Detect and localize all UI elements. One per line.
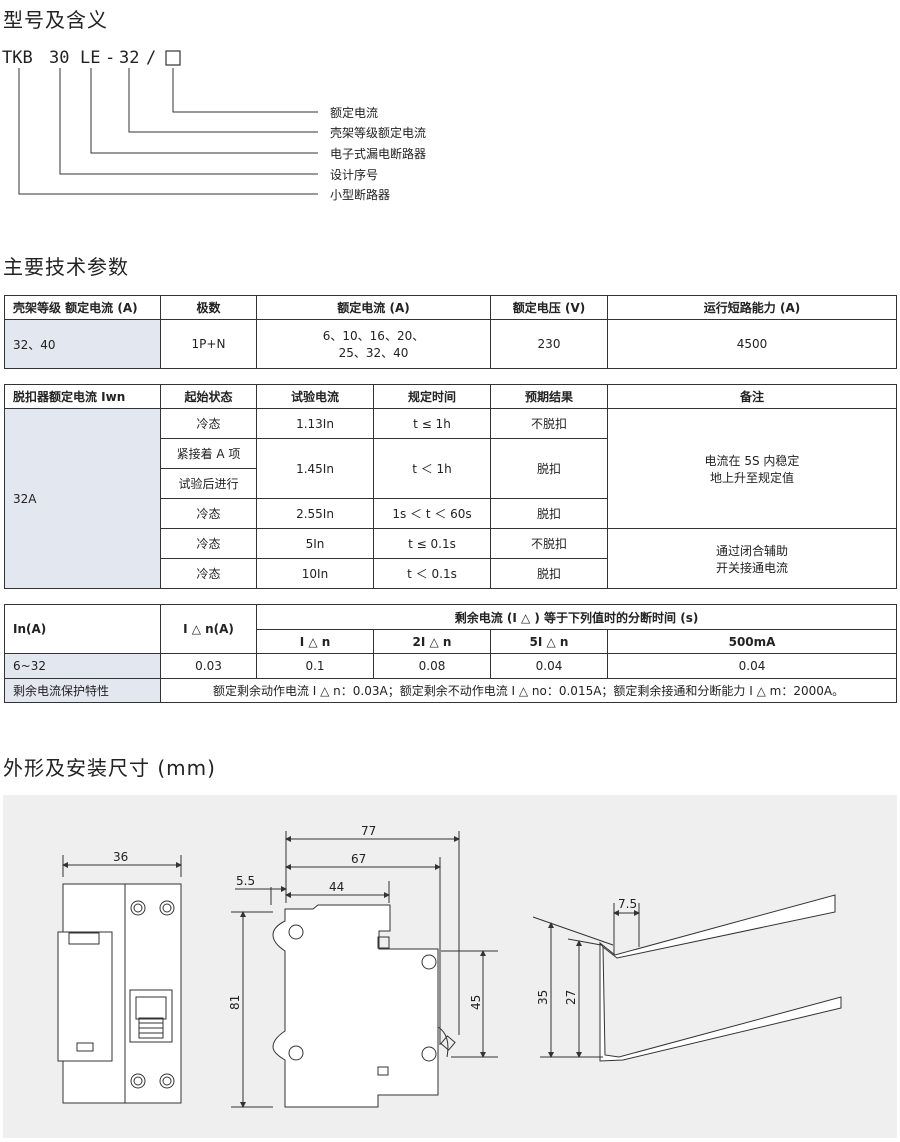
cell-rated-current: 6、10、16、20、 25、32、40 bbox=[256, 319, 491, 369]
din-rail-view bbox=[532, 894, 842, 1062]
table-row: 32、40 1P+N 6、10、16、20、 25、32、40 230 4500 bbox=[4, 319, 897, 369]
col-rated-voltage: 额定电压 (V) bbox=[490, 295, 608, 320]
cell-state: 冷态 bbox=[160, 408, 257, 439]
cell-time: t ≤ 0.1s bbox=[373, 528, 491, 559]
cell-state: 紧接着 A 项 bbox=[160, 438, 257, 469]
col-2x: 2I △ n bbox=[373, 629, 491, 654]
table-row: 32A 冷态 1.13In t ≤ 1h 不脱扣 电流在 5S 内稳定 地上升至… bbox=[4, 408, 897, 589]
dim-5-5: 5.5 bbox=[236, 874, 255, 888]
cell-500ma: 0.04 bbox=[606, 653, 898, 679]
cell-current: 1.45In bbox=[256, 438, 374, 499]
cell-poles: 1P+N bbox=[160, 319, 257, 369]
dim-81: 81 bbox=[228, 995, 242, 1010]
model-label-mcb: 小型断路器 bbox=[330, 188, 391, 202]
col-time: 规定时间 bbox=[373, 384, 491, 409]
note-2-line2: 开关接通电流 bbox=[715, 560, 788, 575]
cell-state: 冷态 bbox=[160, 528, 257, 559]
side-view bbox=[231, 831, 498, 1108]
cell-breaking-capacity: 4500 bbox=[607, 319, 897, 369]
col-in: In(A) bbox=[4, 604, 161, 654]
model-section-title: 型号及含义 bbox=[3, 8, 108, 32]
cell-result: 不脱扣 bbox=[490, 528, 608, 559]
col-idn: I △ n(A) bbox=[160, 604, 257, 654]
cell-frame-current: 32、40 bbox=[4, 319, 161, 369]
model-code-slash: / bbox=[146, 48, 157, 68]
cell-current: 1.13In bbox=[256, 408, 374, 439]
cell-note-1: 电流在 5S 内稳定 地上升至规定值 bbox=[607, 408, 897, 529]
col-test-current: 试验电流 bbox=[256, 384, 374, 409]
col-frame-current: 壳架等级 额定电流 (A) bbox=[4, 295, 161, 320]
col-poles: 极数 bbox=[160, 295, 257, 320]
model-blank-box bbox=[165, 50, 181, 66]
note-2-line1: 通过闭合辅助 bbox=[715, 543, 788, 558]
dimension-drawing: 36 77 67 44 5.5 81 45 7.5 35 27 bbox=[57, 824, 842, 1108]
model-code-design: 30 bbox=[49, 48, 70, 68]
cell-trip-current: 32A bbox=[4, 408, 161, 589]
dim-36: 36 bbox=[113, 850, 128, 864]
cell-current: 2.55In bbox=[256, 498, 374, 529]
cell-current: 5In bbox=[256, 528, 374, 559]
col-5x: 5I △ n bbox=[490, 629, 608, 654]
col-break-time-group: 剩余电流 (I △ ) 等于下列值时的分断时间 (s) bbox=[255, 604, 898, 630]
cell-state: 冷态 bbox=[160, 498, 257, 529]
cell-protection-text: 额定剩余动作电流 I △ n：0.03A；额定剩余不动作电流 I △ no：0.… bbox=[159, 678, 898, 703]
cell-time: t ＜ 0.1s bbox=[373, 558, 491, 589]
cell-rated-voltage: 230 bbox=[490, 319, 608, 369]
cell-result: 脱扣 bbox=[490, 438, 608, 499]
cell-current: 10In bbox=[256, 558, 374, 589]
cell-result: 不脱扣 bbox=[490, 408, 608, 439]
rated-current-line1: 6、10、16、20、 bbox=[322, 329, 425, 343]
residual-current-table: In(A) I △ n(A) 剩余电流 (I △ ) 等于下列值时的分断时间 (… bbox=[4, 604, 898, 703]
dim-77: 77 bbox=[361, 824, 376, 838]
col-500ma: 500mA bbox=[606, 629, 898, 654]
note-1-line1: 电流在 5S 内稳定 bbox=[704, 453, 800, 468]
cell-protection-label: 剩余电流保护特性 bbox=[4, 678, 161, 703]
front-view bbox=[57, 855, 182, 1104]
cell-state: 冷态 bbox=[160, 558, 257, 589]
dims-section-title: 外形及安装尺寸 (mm) bbox=[3, 756, 216, 780]
model-code-type: LE bbox=[80, 48, 101, 68]
model-label-design-no: 设计序号 bbox=[330, 168, 379, 182]
table-row: 6~32 0.03 0.1 0.08 0.04 0.04 bbox=[4, 653, 898, 679]
col-result: 预期结果 bbox=[490, 384, 608, 409]
dim-44: 44 bbox=[329, 880, 344, 894]
cell-time: t ＜ 1h bbox=[373, 438, 491, 499]
model-code-diagram: TKB 30 LE - 32 / 额定电流 壳架等级额定电流 电子式漏电断路器 … bbox=[0, 44, 460, 209]
dim-45: 45 bbox=[469, 995, 483, 1010]
cell-state: 试验后进行 bbox=[160, 468, 257, 499]
note-1-line2: 地上升至规定值 bbox=[709, 470, 794, 485]
params-section-title: 主要技术参数 bbox=[3, 255, 129, 279]
col-trip-current: 脱扣器额定电流 Iwn bbox=[4, 384, 161, 409]
cell-result: 脱扣 bbox=[490, 558, 608, 589]
cell-5x: 0.04 bbox=[490, 653, 608, 679]
col-initial-state: 起始状态 bbox=[160, 384, 257, 409]
dimension-drawing-panel: 36 77 67 44 5.5 81 45 7.5 35 27 bbox=[3, 795, 897, 1138]
cell-time: 1s ＜ t ＜ 60s bbox=[373, 498, 491, 529]
trip-characteristic-table: 脱扣器额定电流 Iwn 起始状态 试验电流 规定时间 预期结果 备注 32A 冷… bbox=[4, 384, 897, 589]
rated-current-line2: 25、32、40 bbox=[338, 346, 409, 360]
col-notes: 备注 bbox=[607, 384, 897, 409]
model-code-frame: 32 bbox=[119, 48, 140, 68]
main-params-table: 壳架等级 额定电流 (A) 极数 额定电流 (A) 额定电压 (V) 运行短路能… bbox=[4, 295, 897, 369]
model-label-rated-current: 额定电流 bbox=[330, 106, 379, 120]
model-code-dash: - bbox=[105, 48, 116, 68]
model-code-series: TKB bbox=[2, 48, 33, 68]
cell-result: 脱扣 bbox=[490, 498, 608, 529]
cell-in: 6~32 bbox=[4, 653, 161, 679]
col-1x: I △ n bbox=[256, 629, 374, 654]
col-breaking-capacity: 运行短路能力 (A) bbox=[607, 295, 897, 320]
model-label-frame-current: 壳架等级额定电流 bbox=[330, 126, 427, 140]
cell-time: t ≤ 1h bbox=[373, 408, 491, 439]
model-label-type: 电子式漏电断路器 bbox=[330, 147, 427, 161]
cell-idn: 0.03 bbox=[160, 653, 257, 679]
cell-2x: 0.08 bbox=[373, 653, 491, 679]
table-row: 剩余电流保护特性 额定剩余动作电流 I △ n：0.03A；额定剩余不动作电流 … bbox=[4, 678, 898, 703]
dim-67: 67 bbox=[351, 852, 366, 866]
dim-7-5: 7.5 bbox=[618, 897, 637, 911]
dim-27: 27 bbox=[564, 990, 578, 1005]
cell-note-2: 通过闭合辅助 开关接通电流 bbox=[607, 528, 897, 589]
dim-35: 35 bbox=[536, 990, 550, 1005]
col-rated-current: 额定电流 (A) bbox=[256, 295, 491, 320]
cell-1x: 0.1 bbox=[256, 653, 374, 679]
